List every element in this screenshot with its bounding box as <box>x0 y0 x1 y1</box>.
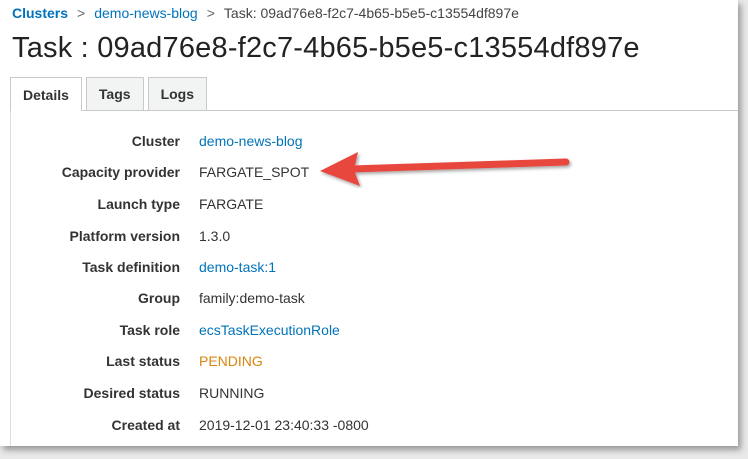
breadcrumb-separator: > <box>206 5 215 21</box>
cluster-link[interactable]: demo-news-blog <box>199 133 303 149</box>
breadcrumb-current: Task: 09ad76e8-f2c7-4b65-b5e5-c13554df89… <box>223 5 519 21</box>
detail-label: Created at <box>111 417 180 433</box>
breadcrumb-separator: > <box>77 5 86 21</box>
breadcrumb-cluster-link[interactable]: demo-news-blog <box>94 5 198 21</box>
tab-tags[interactable]: Tags <box>85 77 144 110</box>
ecs-task-details-page: Clusters > demo-news-blog > Task: 09ad76e8-f… <box>0 0 738 446</box>
group-value: family:demo-task <box>199 290 305 306</box>
detail-label: Desired status <box>83 385 180 401</box>
detail-label: Platform version <box>69 228 180 244</box>
page-title: Task : 09ad76e8-f2c7-4b65-b5e5-c13554df8… <box>12 32 640 64</box>
tab-logs[interactable]: Logs <box>147 77 208 110</box>
task-definition-link[interactable]: demo-task:1 <box>199 259 276 275</box>
detail-label: Launch type <box>97 196 180 212</box>
desired-status-value: RUNNING <box>199 385 265 401</box>
detail-label: Task role <box>119 322 180 338</box>
detail-label: Group <box>138 290 180 306</box>
tab-divider <box>10 110 738 111</box>
task-role-link[interactable]: ecsTaskExecutionRole <box>199 322 340 338</box>
detail-label: Capacity provider <box>61 164 180 180</box>
tab-details[interactable]: Details <box>10 77 82 111</box>
red-arrow-icon <box>320 152 570 186</box>
tab-bar: Details Tags Logs <box>10 77 211 111</box>
capacity-provider-value: FARGATE_SPOT <box>199 164 310 180</box>
created-at-value: 2019-12-01 23:40:33 -0800 <box>199 417 369 433</box>
detail-label: Task definition <box>82 259 180 275</box>
breadcrumb-clusters-link[interactable]: Clusters <box>12 5 68 21</box>
detail-label: Cluster <box>131 133 180 149</box>
platform-version-value: 1.3.0 <box>199 228 231 244</box>
last-status-value: PENDING <box>199 353 263 369</box>
breadcrumb: Clusters > demo-news-blog > Task: 09ad76e8-f… <box>12 5 519 21</box>
detail-label: Last status <box>106 353 180 369</box>
launch-type-value: FARGATE <box>199 196 264 212</box>
